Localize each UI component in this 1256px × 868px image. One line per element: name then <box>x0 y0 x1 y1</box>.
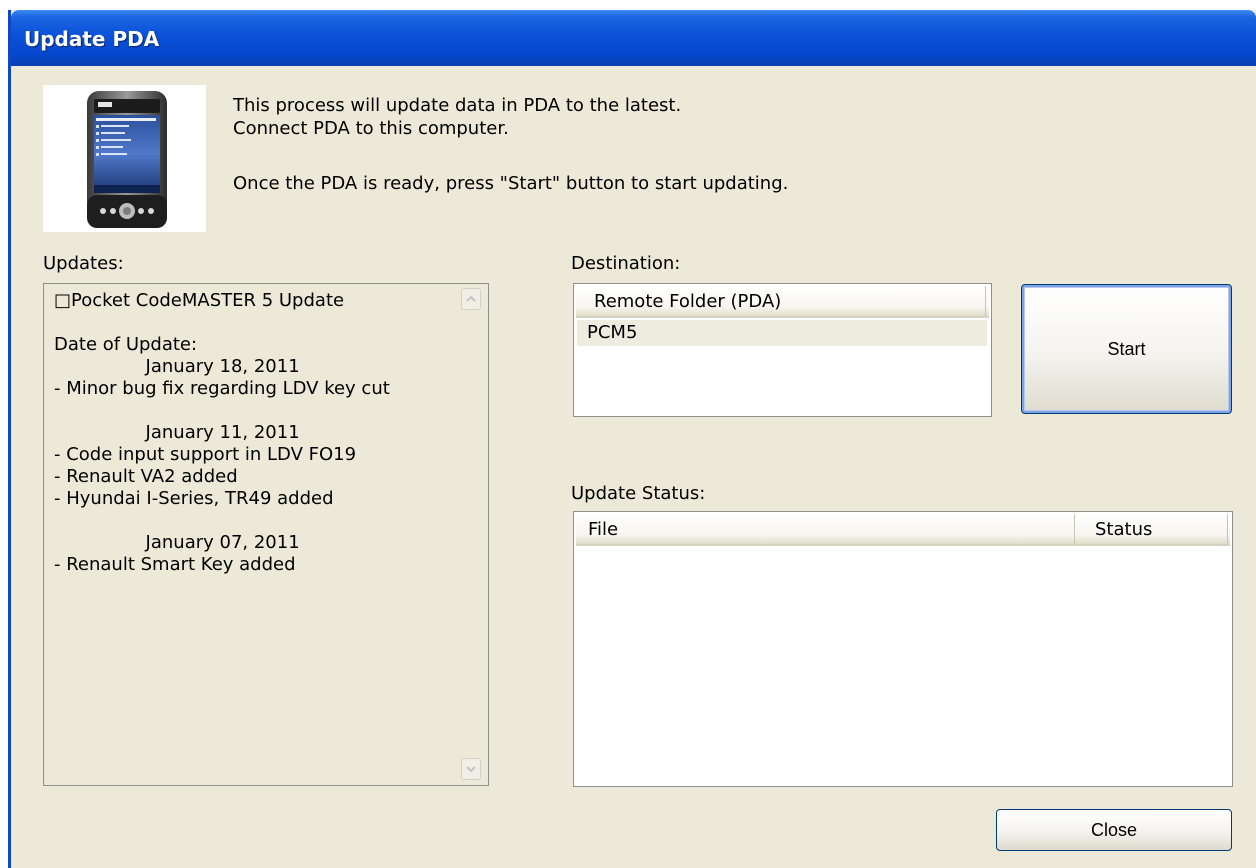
intro-line-1: This process will update data in PDA to … <box>233 95 682 116</box>
start-button[interactable]: Start <box>1021 284 1232 414</box>
updates-textbox[interactable]: □Pocket CodeMASTER 5 Update Date of Upda… <box>43 283 489 786</box>
update-status-list-header: File Status <box>576 514 1230 546</box>
updates-label: Updates: <box>43 253 124 274</box>
title-bar[interactable]: Update PDA <box>11 10 1256 66</box>
scroll-up-button[interactable] <box>461 288 481 310</box>
destination-list-item[interactable]: PCM5 <box>577 320 987 346</box>
pda-image-frame <box>43 85 206 232</box>
window-title: Update PDA <box>24 27 160 51</box>
updates-scrollbar[interactable] <box>458 286 486 782</box>
scroll-down-arrow-icon <box>466 766 476 773</box>
intro-line-2: Connect PDA to this computer. <box>233 118 509 139</box>
intro-line-3: Once the PDA is ready, press "Start" but… <box>233 173 789 194</box>
column-header-remote-folder[interactable]: Remote Folder (PDA) <box>576 286 986 316</box>
scroll-up-arrow-icon <box>466 295 476 302</box>
pda-device-icon <box>87 91 167 228</box>
update-pda-dialog: Update PDA This process will update data… <box>8 10 1256 868</box>
update-status-list[interactable]: File Status <box>573 511 1233 787</box>
scroll-down-button[interactable] <box>461 758 481 780</box>
column-header-file[interactable]: File <box>576 514 1075 544</box>
close-button[interactable]: Close <box>996 809 1232 851</box>
column-header-status[interactable]: Status <box>1075 514 1228 544</box>
destination-list-header: Remote Folder (PDA) <box>576 286 989 318</box>
destination-label: Destination: <box>571 253 681 274</box>
updates-text: □Pocket CodeMASTER 5 Update Date of Upda… <box>54 290 390 575</box>
update-status-label: Update Status: <box>571 483 706 504</box>
destination-list[interactable]: Remote Folder (PDA) PCM5 <box>573 283 992 417</box>
